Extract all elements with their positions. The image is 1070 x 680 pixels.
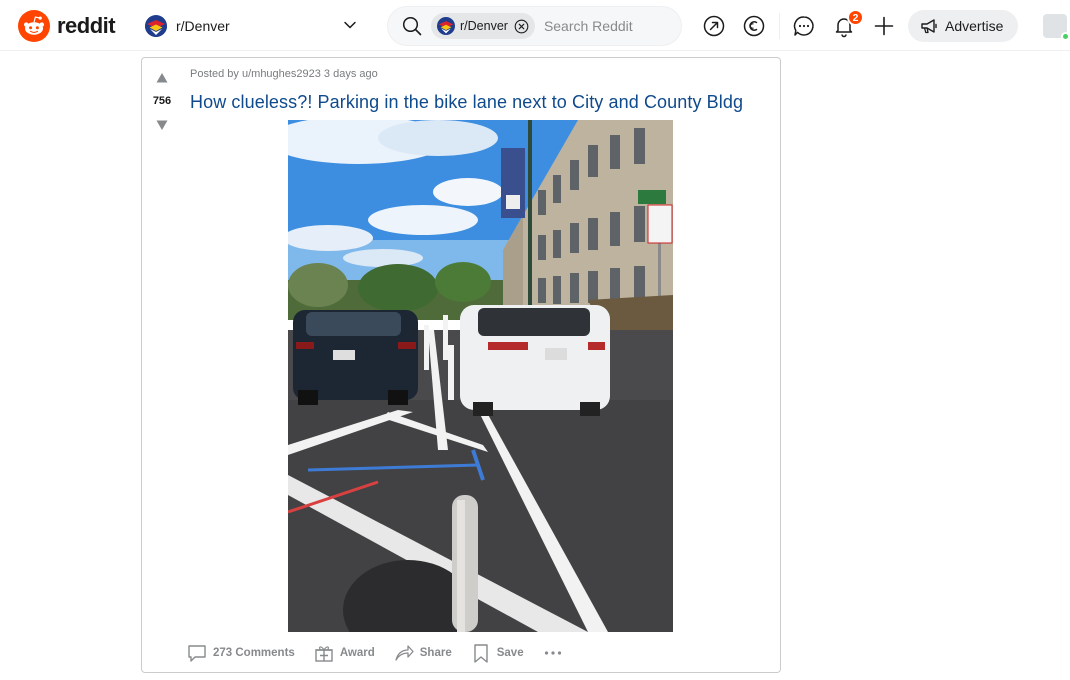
advertise-label: Advertise	[945, 18, 1004, 34]
plus-icon[interactable]	[872, 14, 896, 38]
search-icon	[402, 16, 422, 36]
gift-icon	[315, 646, 333, 662]
denver-flag-icon	[145, 15, 167, 37]
search-bar[interactable]: r/Denver Search Reddit	[387, 6, 682, 46]
community-switcher[interactable]: r/Denver	[143, 9, 365, 43]
top-navigation-bar: reddit r/Denver r/Denver Search Reddit 2…	[0, 0, 1070, 51]
notification-badge: 2	[847, 9, 864, 26]
save-button[interactable]: Save	[470, 642, 524, 664]
reddit-wordmark: reddit	[57, 13, 116, 38]
reddit-logo-icon	[18, 10, 50, 42]
save-label: Save	[496, 647, 524, 659]
share-button[interactable]: Share	[393, 642, 452, 664]
post-title[interactable]: How clueless?! Parking in the bike lane …	[190, 92, 743, 113]
post-actions: 273 Comments Award Share Save	[186, 639, 564, 667]
post-card[interactable]: 756 Posted by u/mhughes2923 3 days ago H…	[141, 57, 781, 673]
comments-label: 273 Comments	[213, 647, 295, 659]
coins-icon[interactable]	[742, 14, 766, 38]
award-button[interactable]: Award	[313, 642, 375, 664]
share-icon	[395, 645, 414, 661]
search-input[interactable]: Search Reddit	[544, 18, 633, 34]
chat-icon[interactable]	[792, 14, 816, 38]
downvote-icon[interactable]	[156, 119, 168, 131]
award-label: Award	[339, 647, 375, 659]
search-chip-label: r/Denver	[460, 19, 508, 33]
search-community-chip[interactable]: r/Denver	[431, 13, 535, 39]
comments-button[interactable]: 273 Comments	[186, 642, 295, 664]
bookmark-icon	[474, 644, 488, 663]
chevron-down-icon	[344, 21, 356, 29]
post-meta: Posted by u/mhughes2923 3 days ago	[190, 68, 378, 80]
header-divider	[779, 13, 780, 39]
vote-score: 756	[152, 95, 172, 107]
share-label: Share	[419, 647, 452, 659]
vote-column: 756	[142, 58, 182, 672]
denver-flag-icon	[437, 17, 455, 35]
post-image[interactable]	[288, 120, 673, 632]
current-community-name: r/Denver	[176, 18, 230, 34]
popular-icon[interactable]	[702, 14, 726, 38]
upvote-icon[interactable]	[156, 72, 168, 84]
megaphone-icon	[921, 19, 937, 34]
online-indicator	[1061, 32, 1070, 41]
more-icon[interactable]	[542, 642, 564, 664]
reddit-home-link[interactable]: reddit	[18, 10, 116, 42]
avatar[interactable]	[1043, 14, 1070, 41]
comment-icon	[188, 645, 206, 662]
clear-icon[interactable]	[514, 19, 529, 34]
advertise-button[interactable]: Advertise	[908, 10, 1018, 42]
